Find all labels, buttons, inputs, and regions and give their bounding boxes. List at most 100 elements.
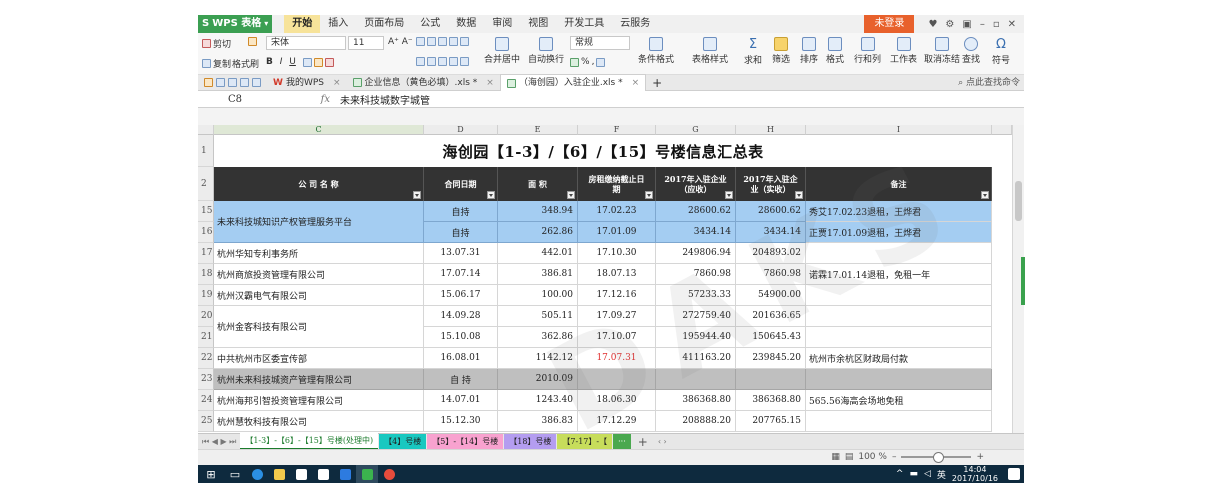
table-cell-paid[interactable]: 204893.02 [736,243,806,264]
table-cell-area[interactable]: 348.94 [498,201,578,222]
table-cell-note[interactable]: 正贾17.01.09退租，王烨君 [806,222,992,243]
table-cell-due[interactable]: 3434.14 [656,222,736,243]
table-cell-note[interactable] [806,327,992,348]
table-cell-deadline[interactable]: 17.01.09 [578,222,656,243]
row-number[interactable]: 16 [198,222,214,243]
table-cell-note[interactable] [806,306,992,327]
scrollbar-thumb[interactable] [1015,181,1022,221]
table-cell-note[interactable]: 秀艾17.02.23退租，王烨君 [806,201,992,222]
close-icon[interactable]: × [333,75,341,91]
restore-icon[interactable]: ▣ [962,19,971,30]
wps-sheet-taskbar-icon[interactable] [356,465,378,483]
filter-button[interactable]: 筛选 [772,37,790,65]
login-button[interactable]: 未登录 [864,15,915,33]
filter-dropdown-icon[interactable] [567,191,575,199]
app-blue-icon[interactable] [334,465,356,483]
command-search[interactable]: ⌕ 点此查找命令 [958,75,1020,91]
settings-icon[interactable]: ⚙ [945,19,954,30]
header-paid[interactable]: 2017年入驻企业（实收） [736,167,806,201]
table-cell-deadline[interactable]: 17.10.30 [578,243,656,264]
table-cell-note[interactable]: 诺霖17.01.14退租，免租一年 [806,264,992,285]
filter-dropdown-icon[interactable] [725,191,733,199]
table-cell-company[interactable]: 杭州商旅投资管理有限公司 [214,264,424,285]
table-cell-date[interactable]: 17.07.14 [424,264,498,285]
number-format-buttons[interactable]: %, [570,57,606,67]
column-header-f[interactable]: F [578,125,656,135]
cond-format-button[interactable]: 条件格式 [638,37,674,65]
font-grow-icon[interactable]: A⁺ A⁻ [388,37,413,47]
table-cell-area[interactable]: 362.86 [498,327,578,348]
store-icon[interactable] [290,465,312,483]
select-all-corner[interactable] [198,125,214,135]
table-cell-deadline[interactable]: 17.12.16 [578,285,656,306]
table-cell-note[interactable]: 565.56海高会场地免租 [806,390,992,411]
fx-icon[interactable]: fx [270,94,340,105]
row-number[interactable]: 20 [198,306,214,327]
minimize-icon[interactable]: – [980,19,985,30]
row-number[interactable]: 15 [198,201,214,222]
table-cell-company[interactable]: 杭州慧牧科技有限公司 [214,411,424,432]
filter-dropdown-icon[interactable] [487,191,495,199]
row-number[interactable]: 2 [198,167,214,201]
sheet-tab-3[interactable]: 【5】-【14】号楼 [427,434,504,449]
header-date[interactable]: 合同日期 [424,167,498,201]
column-header-h[interactable]: H [736,125,806,135]
table-cell-area[interactable]: 386.81 [498,264,578,285]
row-number[interactable]: 22 [198,348,214,369]
row-number[interactable]: 17 [198,243,214,264]
header-note[interactable]: 备注 [806,167,992,201]
table-cell-company[interactable]: 杭州未来科技城资产管理有限公司 [214,369,424,390]
row-number[interactable]: 24 [198,390,214,411]
sheet-title[interactable]: 海创园【1-3】/【6】/【15】号楼信息汇总表 [214,135,992,167]
worksheet-button[interactable]: 工作表 [890,37,917,65]
windows-start-icon[interactable]: ⊞ [198,465,224,483]
doc-tab-enterprise[interactable]: 企业信息（黄色必填）.xls * × [347,75,500,91]
row-number[interactable]: 18 [198,264,214,285]
filter-dropdown-icon[interactable] [981,191,989,199]
zoom-in-icon[interactable]: + [976,452,984,462]
table-cell-deadline[interactable]: 18.06.30 [578,390,656,411]
chrome-icon[interactable] [378,465,400,483]
table-cell-due[interactable]: 208888.20 [656,411,736,432]
table-cell-area[interactable]: 100.00 [498,285,578,306]
table-cell-due[interactable]: 57233.33 [656,285,736,306]
table-cell-area[interactable]: 2010.09 [498,369,578,390]
table-cell-paid[interactable]: 3434.14 [736,222,806,243]
align-buttons-bottom[interactable] [416,57,469,66]
table-cell-due[interactable]: 386368.80 [656,390,736,411]
table-cell-paid[interactable]: 54900.00 [736,285,806,306]
table-cell-due[interactable]: 7860.98 [656,264,736,285]
notification-icon[interactable] [1008,468,1020,480]
view-normal-icon[interactable]: ▦ [831,452,840,462]
format-painter-button[interactable]: 格式刷 [232,57,259,70]
sheet-tab-4[interactable]: 【18】号楼 [504,434,557,449]
zoom-out-icon[interactable]: – [892,452,897,462]
table-cell-date[interactable]: 自 持 [424,369,498,390]
clock[interactable]: 14:04 2017/10/16 [952,465,998,483]
close-icon[interactable]: ✕ [1008,19,1016,30]
column-header-g[interactable]: G [656,125,736,135]
table-cell-date[interactable]: 13.07.31 [424,243,498,264]
table-cell-date[interactable]: 14.07.01 [424,390,498,411]
table-cell-area[interactable]: 386.83 [498,411,578,432]
tray-arrow-icon[interactable]: ^ [896,469,904,479]
table-cell-deadline[interactable]: 18.07.13 [578,264,656,285]
sheet-tab-1[interactable]: 【1-3】-【6】-【15】号楼(处理中) [240,433,379,450]
edge-icon[interactable] [246,465,268,483]
table-cell-area[interactable]: 442.01 [498,243,578,264]
network-icon[interactable]: ▬ [909,469,918,479]
font-style-buttons[interactable]: B I U [266,57,334,67]
column-header-blank[interactable] [992,125,1012,135]
table-cell-company[interactable]: 中共杭州市区委宣传部 [214,348,424,369]
filter-dropdown-icon[interactable] [645,191,653,199]
table-cell-note[interactable] [806,285,992,306]
font-size-select[interactable]: 11 [348,36,384,50]
table-cell-company[interactable]: 杭州海邦引智投资管理有限公司 [214,390,424,411]
row-number[interactable]: 21 [198,327,214,348]
formula-input[interactable]: 未来科技城数字城管 [340,92,430,107]
table-cell-paid[interactable]: 28600.62 [736,201,806,222]
tab-data[interactable]: 数据 [448,15,484,33]
tab-view[interactable]: 视图 [520,15,556,33]
hscroll-arrows[interactable]: ‹ › [654,437,671,446]
sheet-tab-2[interactable]: 【4】号楼 [379,434,427,449]
